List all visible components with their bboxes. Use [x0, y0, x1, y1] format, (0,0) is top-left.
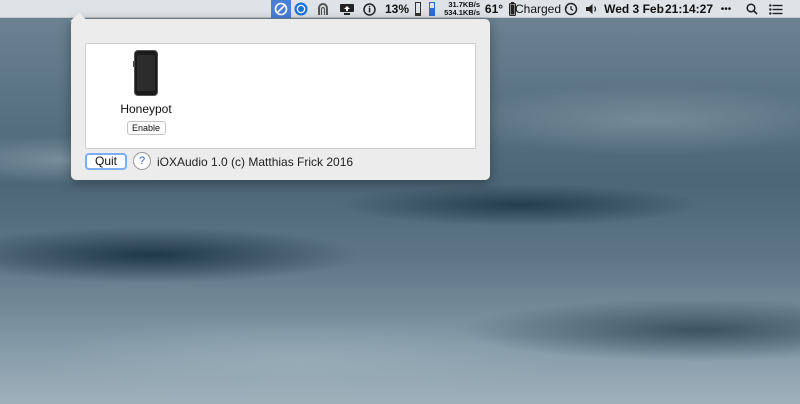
airfoil-icon[interactable] — [315, 0, 331, 18]
more-items[interactable]: ••• — [716, 0, 736, 18]
date[interactable]: Wed 3 Feb — [604, 0, 664, 18]
iphone-icon — [133, 50, 158, 96]
spotlight-search-icon[interactable] — [744, 0, 760, 18]
help-button[interactable]: ? — [133, 152, 151, 170]
clock-time[interactable]: 21:14:27 — [665, 0, 713, 18]
cpu-bar-icon — [413, 0, 423, 18]
onepassword-icon[interactable] — [293, 0, 309, 18]
temperature[interactable]: 61° — [483, 0, 505, 18]
volume-icon[interactable] — [584, 0, 600, 18]
ioxaudio-status-icon[interactable] — [273, 0, 289, 18]
cpu-percent[interactable]: 13% — [383, 0, 411, 18]
ioxaudio-popover: Honeypot Enable Quit ? iOXAudio 1.0 (c) … — [70, 12, 490, 180]
screen-share-icon[interactable] — [338, 0, 356, 18]
notification-center-icon[interactable] — [766, 0, 786, 18]
enable-button[interactable]: Enable — [126, 121, 166, 135]
menu-bar: 13% 31.7KB/s 534.1KB/s 61° Charged Wed 3… — [0, 0, 800, 18]
istat-info-icon[interactable] — [361, 0, 377, 18]
device-name: Honeypot — [120, 102, 172, 116]
time-machine-icon[interactable] — [563, 0, 579, 18]
memory-bar-icon — [427, 0, 437, 18]
quit-button[interactable]: Quit — [85, 153, 127, 170]
network-download: 534.1KB/s — [444, 8, 480, 17]
network-speed[interactable]: 31.7KB/s 534.1KB/s — [440, 1, 480, 17]
device-item[interactable]: Honeypot Enable — [110, 50, 182, 135]
battery-status[interactable]: Charged — [515, 0, 561, 18]
device-list: Honeypot Enable — [85, 43, 476, 149]
credits-text: iOXAudio 1.0 (c) Matthias Frick 2016 — [157, 155, 354, 169]
